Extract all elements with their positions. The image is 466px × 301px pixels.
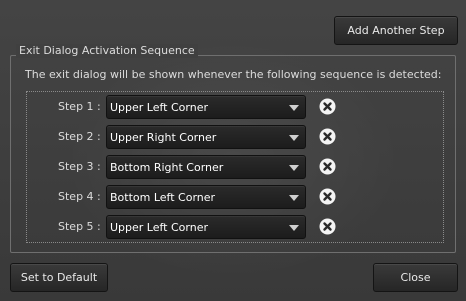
chevron-down-icon [289, 195, 299, 201]
step-row: Step 3 : Bottom Right Corner [0, 155, 466, 179]
step-3-dropdown[interactable]: Bottom Right Corner [106, 155, 306, 179]
remove-step-4-icon[interactable] [319, 188, 336, 205]
step-4-value: Bottom Left Corner [110, 191, 216, 204]
step-row: Step 4 : Bottom Left Corner [0, 185, 466, 209]
remove-step-2-icon[interactable] [319, 128, 336, 145]
sequence-description: The exit dialog will be shown whenever t… [25, 68, 442, 81]
step-5-dropdown[interactable]: Upper Left Corner [106, 215, 306, 239]
group-title: Exit Dialog Activation Sequence [16, 44, 198, 58]
step-5-value: Upper Left Corner [110, 221, 208, 234]
step-row: Step 2 : Upper Right Corner [0, 125, 466, 149]
step-1-value: Upper Left Corner [110, 101, 208, 114]
close-label: Close [400, 271, 431, 284]
step-label: Step 5 : [58, 220, 101, 233]
step-label: Step 1 : [58, 100, 101, 113]
set-to-default-label: Set to Default [20, 271, 98, 284]
remove-step-3-icon[interactable] [319, 158, 336, 175]
add-another-step-button[interactable]: Add Another Step [334, 16, 458, 45]
step-row: Step 5 : Upper Left Corner [0, 215, 466, 239]
close-button[interactable]: Close [373, 263, 458, 292]
step-label: Step 4 : [58, 190, 101, 203]
chevron-down-icon [289, 225, 299, 231]
chevron-down-icon [289, 165, 299, 171]
remove-step-1-icon[interactable] [319, 98, 336, 115]
step-label: Step 3 : [58, 160, 101, 173]
step-row: Step 1 : Upper Left Corner [0, 95, 466, 119]
step-4-dropdown[interactable]: Bottom Left Corner [106, 185, 306, 209]
chevron-down-icon [289, 135, 299, 141]
set-to-default-button[interactable]: Set to Default [10, 263, 108, 292]
add-another-step-label: Add Another Step [347, 24, 445, 37]
step-2-value: Upper Right Corner [110, 131, 217, 144]
remove-step-5-icon[interactable] [319, 218, 336, 235]
chevron-down-icon [289, 105, 299, 111]
step-2-dropdown[interactable]: Upper Right Corner [106, 125, 306, 149]
step-label: Step 2 : [58, 130, 101, 143]
step-1-dropdown[interactable]: Upper Left Corner [106, 95, 306, 119]
step-3-value: Bottom Right Corner [110, 161, 224, 174]
